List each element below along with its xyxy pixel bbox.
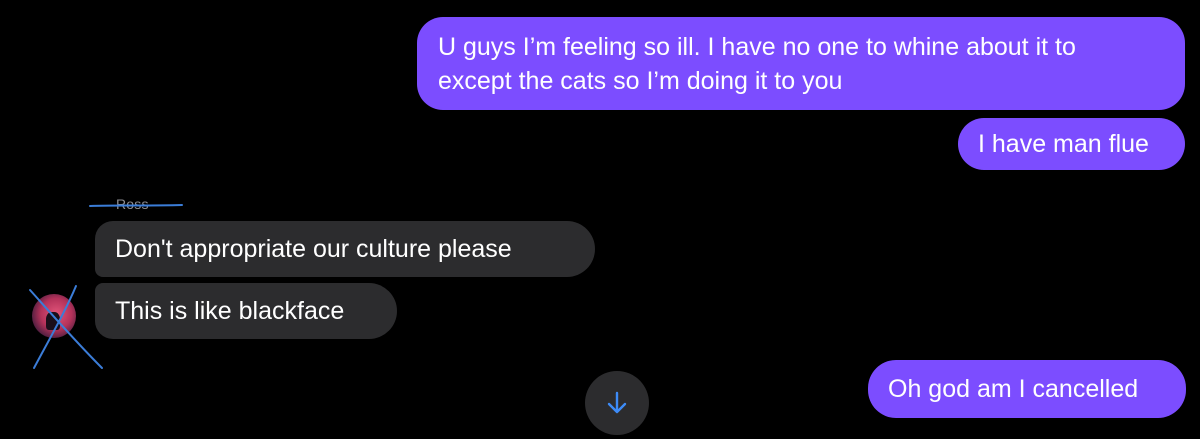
message-text: Don't appropriate our culture please bbox=[115, 235, 512, 263]
message-text-line: U guys I’m feeling so ill. I have no one… bbox=[438, 33, 1076, 61]
sender-avatar-group bbox=[26, 280, 110, 372]
message-bubble-outgoing[interactable]: U guys I’m feeling so ill. I have no one… bbox=[417, 17, 1185, 110]
cross-out-scribble bbox=[29, 285, 103, 369]
scroll-to-bottom-button[interactable] bbox=[585, 371, 649, 435]
message-text: I have man flue bbox=[978, 130, 1149, 158]
message-bubble-outgoing[interactable]: I have man flue bbox=[958, 118, 1185, 170]
message-bubble-incoming[interactable]: This is like blackface bbox=[95, 283, 397, 339]
message-bubble-outgoing[interactable]: Oh god am I cancelled bbox=[868, 360, 1186, 418]
message-bubble-incoming[interactable]: Don't appropriate our culture please bbox=[95, 221, 595, 277]
message-text: This is like blackface bbox=[115, 297, 345, 325]
arrow-down-icon bbox=[607, 391, 627, 414]
message-text-line: except the cats so I’m doing it to you bbox=[438, 67, 843, 95]
chat-thread: U guys I’m feeling so ill. I have no one… bbox=[0, 0, 1200, 439]
strikethrough-scribble bbox=[89, 204, 183, 207]
message-text: Oh god am I cancelled bbox=[888, 375, 1139, 403]
